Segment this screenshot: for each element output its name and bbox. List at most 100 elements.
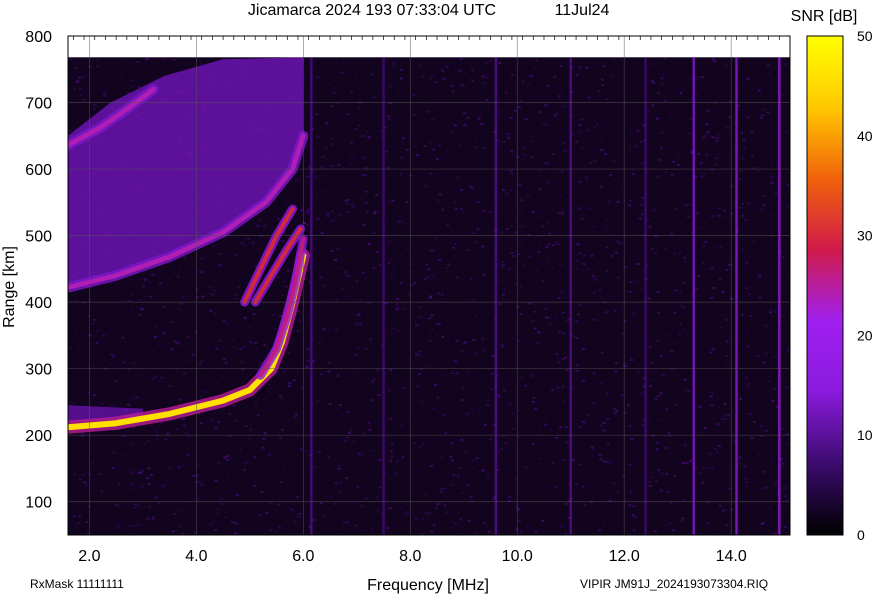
noise-pixel: [490, 372, 494, 375]
noise-pixel: [565, 319, 568, 322]
noise-pixel: [633, 280, 637, 283]
noise-pixel: [339, 267, 343, 270]
noise-pixel: [482, 273, 486, 276]
noise-pixel: [650, 163, 654, 166]
noise-pixel: [670, 173, 674, 176]
noise-pixel: [520, 424, 524, 427]
noise-pixel: [304, 116, 308, 119]
noise-pixel: [398, 110, 402, 113]
noise-pixel: [593, 307, 597, 310]
noise-pixel: [269, 433, 273, 436]
noise-pixel: [531, 320, 535, 322]
noise-pixel: [602, 65, 606, 68]
noise-pixel: [401, 456, 405, 459]
noise-pixel: [503, 442, 507, 445]
noise-pixel: [387, 261, 391, 264]
noise-pixel: [612, 407, 616, 410]
noise-pixel: [656, 511, 660, 514]
noise-pixel: [524, 118, 528, 121]
noise-pixel: [414, 517, 418, 520]
noise-pixel: [296, 515, 300, 518]
noise-pixel: [439, 490, 443, 493]
noise-pixel: [316, 76, 319, 79]
noise-pixel: [104, 95, 108, 98]
noise-pixel: [744, 485, 748, 487]
noise-pixel: [650, 79, 654, 82]
noise-pixel: [236, 494, 240, 497]
noise-pixel: [412, 283, 416, 286]
noise-pixel: [557, 330, 561, 333]
noise-pixel: [436, 396, 440, 399]
noise-pixel: [768, 172, 772, 175]
noise-pixel: [265, 512, 269, 514]
x-tick-label: 12.0: [609, 548, 640, 565]
noise-pixel: [730, 298, 734, 300]
noise-pixel: [540, 453, 544, 456]
noise-pixel: [286, 404, 290, 407]
noise-pixel: [585, 182, 589, 185]
noise-pixel: [746, 506, 750, 509]
noise-pixel: [399, 391, 403, 393]
noise-pixel: [749, 71, 753, 74]
noise-pixel: [632, 312, 636, 315]
noise-pixel: [346, 113, 349, 116]
noise-pixel: [424, 185, 428, 188]
noise-pixel: [516, 305, 520, 308]
noise-pixel: [471, 415, 475, 418]
noise-pixel: [335, 60, 338, 63]
noise-pixel: [600, 128, 604, 131]
noise-pixel: [355, 77, 359, 79]
noise-pixel: [226, 474, 229, 477]
noise-pixel: [681, 498, 685, 501]
noise-pixel: [652, 82, 656, 85]
noise-pixel: [395, 303, 399, 306]
noise-pixel: [209, 523, 213, 526]
noise-pixel: [592, 448, 596, 450]
noise-pixel: [117, 526, 121, 529]
noise-pixel: [710, 186, 714, 189]
noise-pixel: [269, 326, 272, 329]
noise-pixel: [323, 370, 327, 373]
noise-pixel: [718, 153, 721, 156]
noise-pixel: [427, 518, 431, 521]
noise-pixel: [85, 520, 89, 523]
noise-pixel: [752, 78, 756, 81]
plot-area: [67, 35, 791, 536]
noise-pixel: [68, 522, 72, 525]
noise-pixel: [702, 467, 706, 470]
noise-pixel: [487, 530, 491, 533]
noise-pixel: [330, 250, 334, 252]
noise-pixel: [666, 236, 670, 239]
noise-pixel: [687, 389, 691, 392]
noise-pixel: [544, 162, 548, 165]
noise-pixel: [158, 378, 162, 381]
noise-pixel: [434, 81, 437, 84]
noise-pixel: [677, 469, 681, 472]
noise-pixel: [627, 146, 631, 149]
noise-pixel: [613, 295, 617, 298]
noise-pixel: [434, 507, 438, 510]
noise-pixel: [461, 387, 465, 390]
noise-pixel: [79, 478, 83, 481]
noise-pixel: [370, 528, 374, 531]
noise-pixel: [278, 526, 282, 529]
noise-pixel: [527, 83, 531, 86]
noise-pixel: [758, 296, 762, 299]
noise-pixel: [405, 148, 409, 151]
noise-pixel: [281, 428, 284, 431]
noise-pixel: [604, 418, 608, 420]
noise-pixel: [679, 92, 683, 95]
noise-pixel: [457, 323, 461, 326]
noise-pixel: [228, 412, 231, 415]
noise-pixel: [373, 213, 377, 216]
noise-pixel: [731, 432, 735, 435]
noise-pixel: [689, 78, 693, 81]
noise-pixel: [745, 287, 749, 290]
noise-pixel: [515, 230, 519, 233]
noise-pixel: [741, 156, 745, 159]
noise-pixel: [547, 316, 551, 319]
noise-pixel: [501, 220, 505, 223]
noise-pixel: [306, 210, 310, 213]
noise-pixel: [128, 525, 132, 528]
noise-pixel: [598, 529, 602, 532]
